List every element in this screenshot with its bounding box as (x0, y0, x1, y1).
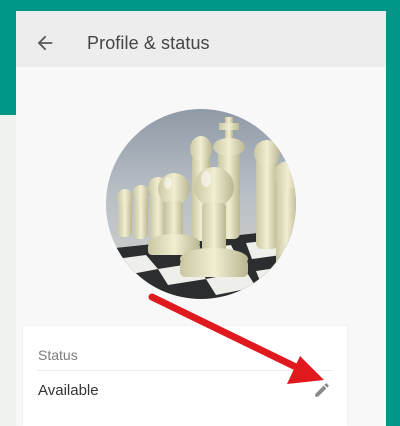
arrow-back-icon[interactable] (34, 32, 56, 54)
left-background-strip (0, 115, 16, 426)
status-card: Status Available (23, 326, 347, 426)
page-title: Profile & status (87, 33, 210, 53)
status-value: Available (38, 382, 99, 399)
divider (37, 370, 333, 371)
left-accent-bar (0, 11, 16, 115)
pencil-icon[interactable] (313, 381, 331, 399)
panel-header: Profile & status (16, 11, 386, 67)
app-top-accent-bar (0, 0, 400, 11)
profile-photo[interactable] (106, 109, 296, 299)
status-label: Status (38, 347, 78, 363)
right-accent-bar (386, 11, 400, 426)
